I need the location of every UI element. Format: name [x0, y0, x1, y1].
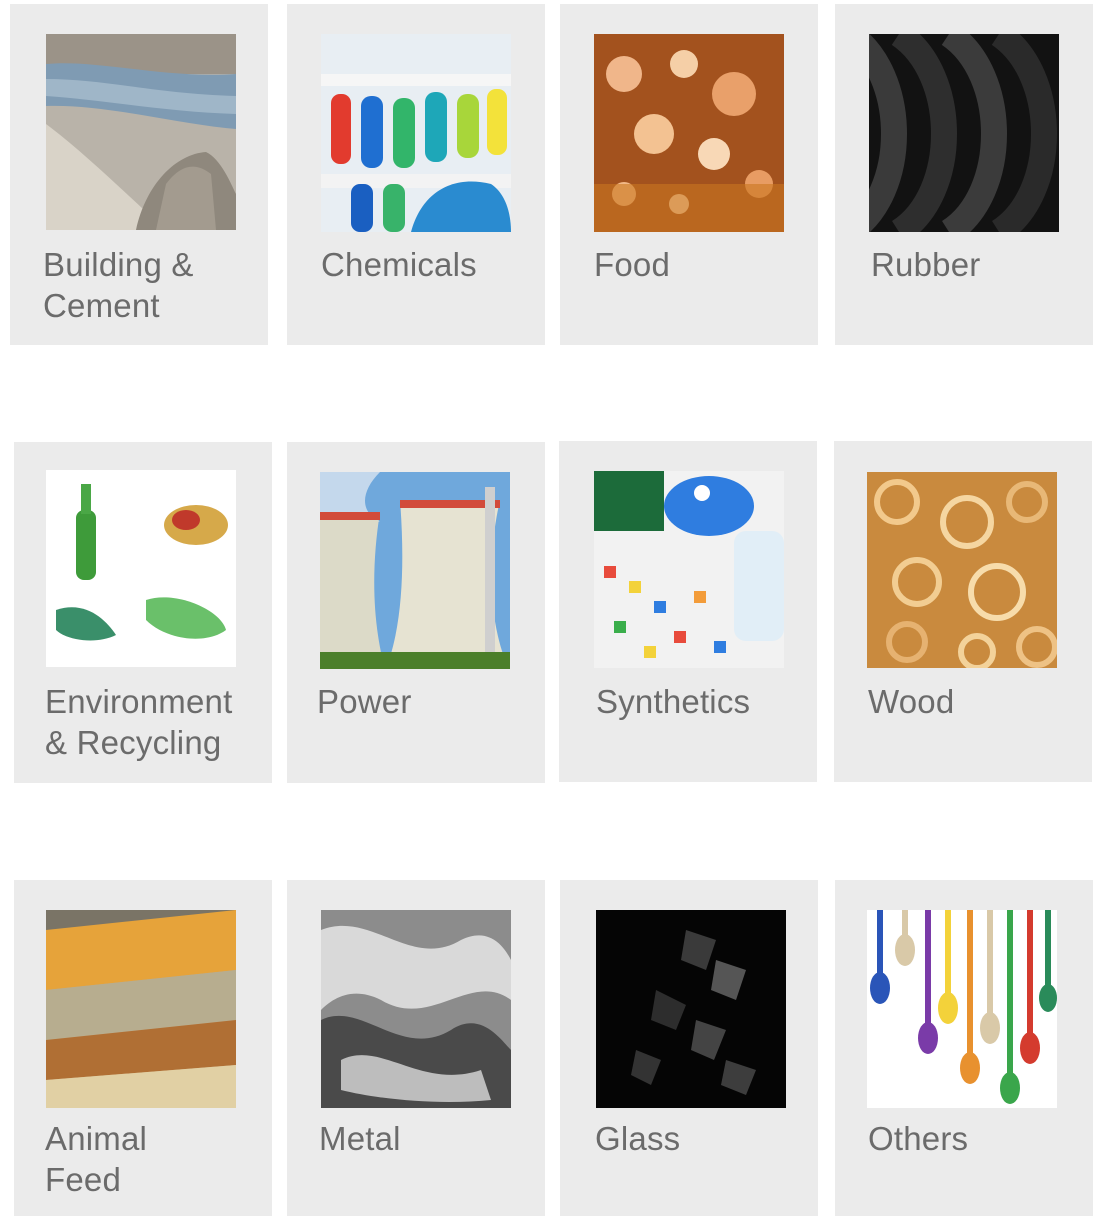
industry-tile-environment-recycling[interactable]: Environment & Recycling	[14, 442, 272, 783]
industry-label: Food	[594, 246, 671, 283]
industry-label: Glass	[595, 1120, 681, 1157]
building-cement-image	[46, 34, 236, 230]
industry-tile-others[interactable]: Others	[835, 880, 1093, 1216]
others-image	[867, 910, 1057, 1108]
industry-label: Chemicals	[321, 246, 477, 283]
animal-feed-image	[46, 910, 236, 1108]
industry-tile-building-cement[interactable]: Building & Cement	[10, 4, 268, 345]
glass-image	[596, 910, 786, 1108]
synthetics-image	[594, 471, 784, 668]
industry-tile-rubber[interactable]: Rubber	[835, 4, 1093, 345]
industry-label: Building & Cement	[43, 246, 194, 324]
industry-label: Others	[868, 1120, 969, 1157]
industry-tile-animal-feed[interactable]: Animal Feed	[14, 880, 272, 1216]
industry-tile-glass[interactable]: Glass	[560, 880, 818, 1216]
industry-tile-chemicals[interactable]: Chemicals	[287, 4, 545, 345]
rubber-image	[869, 34, 1059, 232]
power-image	[320, 472, 510, 669]
industry-label: Power	[317, 683, 412, 720]
chemicals-image	[321, 34, 511, 232]
industry-label: Rubber	[871, 246, 981, 283]
environment-recycling-image	[46, 470, 236, 667]
industry-tile-synthetics[interactable]: Synthetics	[559, 441, 817, 782]
industry-label: Wood	[868, 683, 955, 720]
industry-tile-power[interactable]: Power	[287, 442, 545, 783]
industry-tile-wood[interactable]: Wood	[834, 441, 1092, 782]
food-image	[594, 34, 784, 232]
wood-image	[867, 472, 1057, 668]
industry-tile-metal[interactable]: Metal	[287, 880, 545, 1216]
industry-label: Environment & Recycling	[45, 683, 233, 761]
industry-label: Metal	[319, 1120, 401, 1157]
industry-tile-food[interactable]: Food	[560, 4, 818, 345]
industry-label: Synthetics	[596, 683, 751, 720]
metal-image	[321, 910, 511, 1108]
industry-label: Animal Feed	[45, 1120, 148, 1198]
